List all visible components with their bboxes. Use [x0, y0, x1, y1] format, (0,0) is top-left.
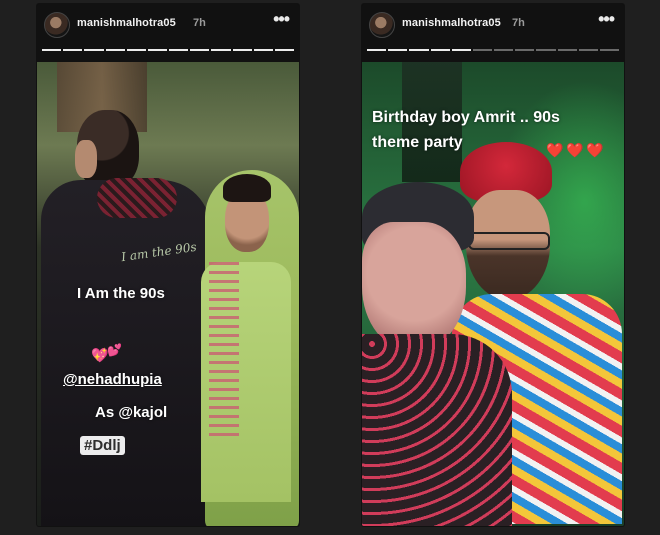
progress-segment [430, 49, 450, 51]
more-options-icon[interactable]: ••• [273, 10, 290, 28]
story-photo[interactable]: I am the 90s I Am the 90s 💖 💕 @nehadhupi… [37, 62, 299, 526]
two-hearts-icon: 💕 [107, 343, 122, 357]
progress-segment [494, 49, 514, 51]
man-jacket [41, 180, 211, 526]
progress-segment [599, 49, 620, 51]
jacket-collar [97, 178, 177, 218]
progress-segment [451, 49, 471, 51]
story-header: manishmalhotra05 7h ••• [37, 4, 299, 62]
username[interactable]: manishmalhotra05 [402, 17, 501, 29]
progress-segment [409, 49, 429, 51]
story-header: manishmalhotra05 7h ••• [362, 4, 624, 62]
progress-segment [367, 49, 387, 51]
avatar[interactable] [44, 12, 70, 38]
progress-segment [63, 49, 83, 51]
mention-nehadhupia[interactable]: @nehadhupia [63, 371, 162, 388]
progress-segment [169, 49, 189, 51]
progress-segment [147, 49, 168, 51]
story-photo[interactable]: Birthday boy Amrit .. 90s theme party ❤️… [362, 62, 624, 526]
progress-segment [274, 49, 295, 51]
post-time: 7h [193, 17, 206, 29]
progress-segment [84, 49, 104, 51]
caption-line: I Am the 90s [77, 285, 165, 302]
suit-embroidery [209, 262, 239, 442]
username[interactable]: manishmalhotra05 [77, 17, 176, 29]
progress-segment [253, 49, 273, 51]
progress-segment [472, 49, 493, 51]
woman-hair [223, 174, 271, 202]
progress-segment [126, 49, 146, 51]
heart-icon: ❤️ [546, 142, 564, 158]
caption-line: theme party [372, 134, 463, 151]
progress-segment [388, 49, 408, 51]
progress-segment [557, 49, 577, 51]
progress-segment [105, 49, 125, 51]
story-card-left[interactable]: manishmalhotra05 7h ••• I am the 90s I A… [37, 4, 299, 526]
progress-segment [190, 49, 210, 51]
progress-segment [42, 49, 62, 51]
sparkling-heart-icon: 💖 [91, 347, 109, 363]
progress-segment [211, 49, 231, 51]
front-man-face [362, 222, 466, 352]
story-progress-bar [42, 49, 295, 53]
hashtag-ddlj[interactable]: #Ddlj [80, 436, 125, 455]
progress-segment [536, 49, 556, 51]
caption-kajol[interactable]: As @kajol [95, 404, 167, 421]
glasses [468, 232, 550, 250]
progress-segment [578, 49, 598, 51]
caption-line: Birthday boy Amrit .. 90s [372, 109, 560, 126]
post-time: 7h [512, 17, 525, 29]
avatar[interactable] [369, 12, 395, 38]
front-man-kurta [362, 334, 512, 526]
progress-segment [515, 49, 535, 51]
heart-icon: ❤️ [566, 142, 584, 158]
progress-segment [232, 49, 252, 51]
more-options-icon[interactable]: ••• [598, 10, 615, 28]
heart-icon: ❤️ [586, 142, 604, 158]
man-face [75, 140, 97, 178]
story-card-right[interactable]: manishmalhotra05 7h ••• Birthday boy Amr… [362, 4, 624, 526]
story-progress-bar [367, 49, 620, 53]
